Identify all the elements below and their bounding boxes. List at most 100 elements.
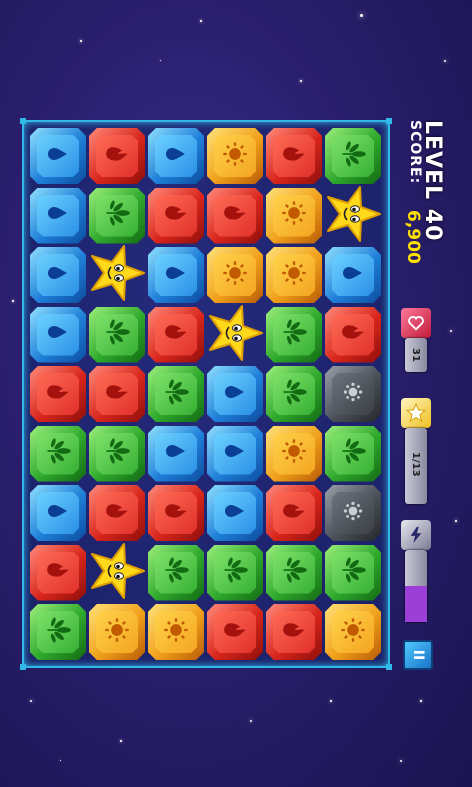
gem-green[interactable] xyxy=(325,425,381,482)
gem-red[interactable] xyxy=(266,485,322,541)
background-star xyxy=(12,300,14,302)
gem-red[interactable] xyxy=(207,604,263,660)
water-drop-icon xyxy=(341,261,365,290)
sun-icon xyxy=(103,616,131,649)
power-meter xyxy=(405,550,427,622)
fire-icon xyxy=(45,379,71,410)
gem-blue[interactable] xyxy=(30,306,86,363)
gem-green[interactable] xyxy=(266,544,322,601)
gem-red[interactable] xyxy=(325,306,381,363)
star-icon xyxy=(401,398,431,428)
gem-blue[interactable] xyxy=(148,425,204,482)
hearts-count: 31 xyxy=(410,348,421,362)
fire-icon xyxy=(340,319,366,350)
gem-face xyxy=(214,254,256,296)
leaf-icon xyxy=(44,437,72,470)
leaf-icon xyxy=(339,437,367,470)
stars-meter: 1/13 xyxy=(405,428,427,504)
level-label: LEVEL 40 xyxy=(420,120,445,242)
gem-face xyxy=(332,551,374,594)
hearts-meter: 31 xyxy=(405,338,427,372)
gem-green[interactable] xyxy=(266,306,322,363)
gem-face xyxy=(332,135,374,177)
star-bonus[interactable] xyxy=(89,542,145,601)
gem-yellow[interactable] xyxy=(148,604,204,660)
water-drop-icon xyxy=(46,261,70,290)
gem-red[interactable] xyxy=(266,604,322,660)
fire-icon xyxy=(163,498,189,529)
gem-blue[interactable] xyxy=(30,187,86,244)
gem-green[interactable] xyxy=(266,366,322,422)
gem-blue[interactable] xyxy=(30,485,86,541)
star-bonus[interactable] xyxy=(325,185,381,244)
gem-face xyxy=(37,194,79,237)
gem-yellow[interactable] xyxy=(207,128,263,184)
leaf-icon xyxy=(280,556,308,589)
fire-icon xyxy=(222,200,248,231)
gem-red[interactable] xyxy=(89,366,145,422)
gem-face xyxy=(214,611,256,653)
gem-face xyxy=(155,313,197,356)
gem-yellow[interactable] xyxy=(325,604,381,660)
leaf-icon xyxy=(162,378,190,411)
gem-blue[interactable] xyxy=(148,128,204,184)
gem-face xyxy=(96,492,138,534)
gem-green[interactable] xyxy=(325,544,381,601)
gem-yellow[interactable] xyxy=(266,247,322,303)
gem-gray[interactable] xyxy=(325,366,381,422)
gem-blue[interactable] xyxy=(30,128,86,184)
gem-face xyxy=(155,373,197,415)
fire-icon xyxy=(281,498,307,529)
star-bonus[interactable] xyxy=(207,304,263,363)
gem-red[interactable] xyxy=(89,128,145,184)
gem-yellow[interactable] xyxy=(207,247,263,303)
gem-blue[interactable] xyxy=(207,485,263,541)
gem-blue[interactable] xyxy=(325,247,381,303)
gem-green[interactable] xyxy=(89,425,145,482)
gem-blue[interactable] xyxy=(207,366,263,422)
leaf-icon xyxy=(339,556,367,589)
smiling-star-icon xyxy=(87,541,147,605)
sun-icon xyxy=(280,199,308,232)
background-star xyxy=(160,60,161,61)
gem-face xyxy=(96,135,138,177)
gem-blue[interactable] xyxy=(148,247,204,303)
gem-yellow[interactable] xyxy=(266,187,322,244)
water-drop-icon xyxy=(164,439,188,468)
gem-red[interactable] xyxy=(266,128,322,184)
score-value: 6,900 xyxy=(403,210,423,264)
background-star xyxy=(400,760,402,762)
leaf-icon xyxy=(103,199,131,232)
pause-button[interactable]: II xyxy=(403,640,433,670)
gem-face xyxy=(214,135,256,177)
gem-face xyxy=(37,373,79,415)
gem-green[interactable] xyxy=(89,306,145,363)
gem-red[interactable] xyxy=(30,366,86,422)
gem-green[interactable] xyxy=(207,544,263,601)
gem-blue[interactable] xyxy=(30,247,86,303)
gem-red[interactable] xyxy=(30,544,86,601)
gem-green[interactable] xyxy=(148,544,204,601)
star-bonus[interactable] xyxy=(89,245,145,303)
lightning-icon xyxy=(401,520,431,550)
gem-red[interactable] xyxy=(207,187,263,244)
gem-green[interactable] xyxy=(325,128,381,184)
gem-yellow[interactable] xyxy=(89,604,145,660)
gem-green[interactable] xyxy=(89,187,145,244)
gem-red[interactable] xyxy=(148,485,204,541)
gem-red[interactable] xyxy=(89,485,145,541)
background-star xyxy=(30,700,32,702)
gem-gray[interactable] xyxy=(325,485,381,541)
gem-red[interactable] xyxy=(148,306,204,363)
sun-icon xyxy=(221,140,249,173)
gem-green[interactable] xyxy=(30,425,86,482)
gem-yellow[interactable] xyxy=(266,425,322,482)
gem-face xyxy=(273,611,315,653)
gem-blue[interactable] xyxy=(207,425,263,482)
fire-icon xyxy=(281,617,307,648)
gem-red[interactable] xyxy=(148,187,204,244)
orb-icon xyxy=(340,498,366,529)
gem-green[interactable] xyxy=(148,366,204,422)
gem-green[interactable] xyxy=(30,604,86,660)
gem-face xyxy=(273,313,315,356)
